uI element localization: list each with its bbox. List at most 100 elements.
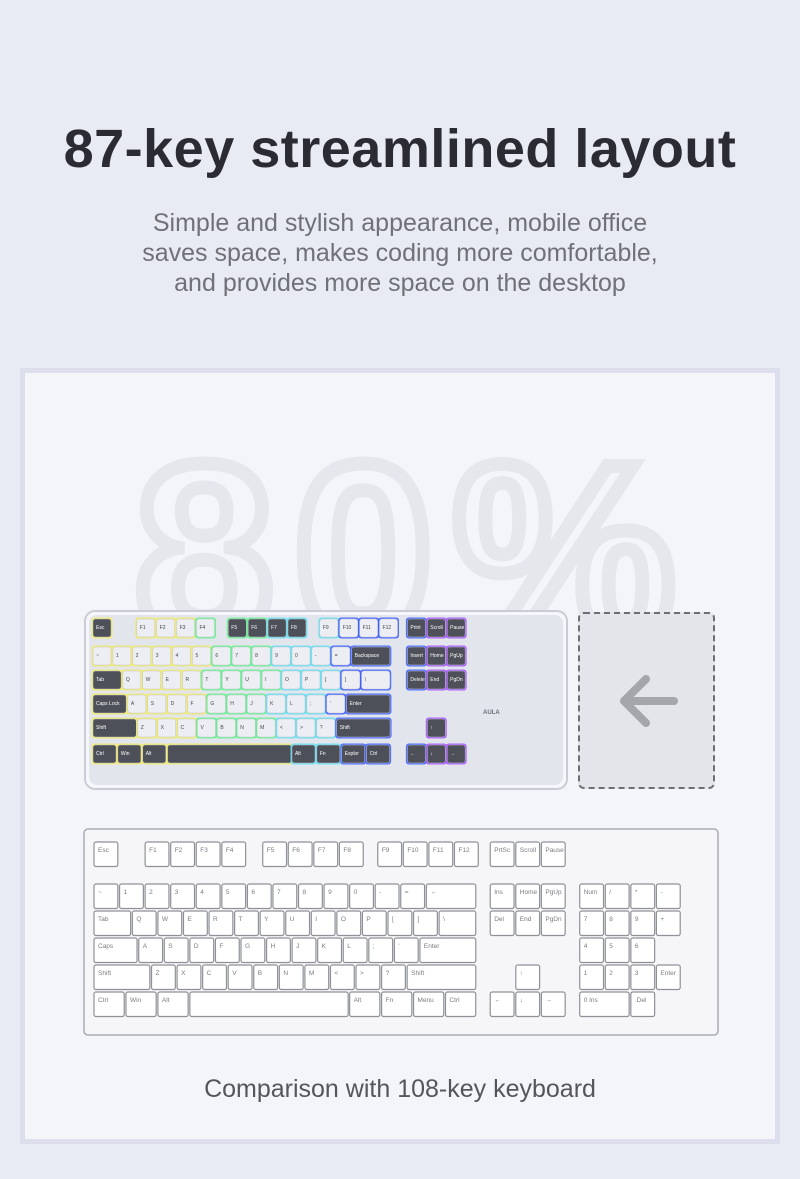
keycap-label: F6: [251, 625, 257, 631]
keycap-outline: [233, 910, 260, 937]
keycap-outline: [304, 964, 330, 991]
arrow-left-icon: [620, 675, 678, 727]
keycap-label: Ctrl: [96, 751, 104, 757]
keycap-label: Shift: [96, 725, 107, 731]
keycap-label: Z: [156, 970, 160, 977]
keycap-label: →: [545, 997, 552, 1004]
keycap-label: B: [258, 970, 262, 977]
keycap-label: 0: [295, 653, 298, 659]
keycap-label: Pause: [545, 847, 564, 854]
keycap-label: F10: [407, 847, 419, 854]
keycap-label: -: [379, 889, 381, 896]
keycap-label: Caps Lock: [96, 701, 120, 707]
keycap-outline: [655, 964, 681, 991]
keycap-label: N: [283, 970, 288, 977]
keycap-label: ?: [386, 970, 390, 977]
keycap-label: End: [430, 677, 439, 683]
keycap-label: ↓: [520, 997, 523, 1004]
brand-logo: AULA: [483, 710, 500, 716]
keycap-outline: [259, 910, 285, 937]
keycap-label: X: [181, 970, 186, 977]
keycap-label: Enter: [424, 943, 440, 950]
keycap-label: 1: [116, 653, 119, 659]
keycap-label: ~: [98, 889, 102, 896]
keycap-label: ↓: [430, 751, 433, 757]
keycap-outline: [402, 841, 428, 868]
keycap-label: ↑: [430, 725, 433, 731]
keycap-outline: [406, 964, 477, 991]
keycap-outline: [380, 964, 407, 991]
keycap-label: U: [290, 916, 295, 923]
keycap-outline: [349, 991, 381, 1018]
keycap-label: 8: [303, 889, 307, 896]
keycap-outline: [189, 937, 215, 964]
keycap-label: Win: [121, 751, 130, 757]
keycap-label: 9: [635, 916, 639, 923]
keycap-label: D: [171, 701, 175, 707]
keycap-outline: [118, 883, 144, 910]
keycap-label: 4: [176, 653, 179, 659]
keycap-label: H: [230, 701, 234, 707]
keycap-outline: [195, 841, 221, 868]
keycap-label: -: [660, 889, 662, 896]
keycap-label: 6: [635, 943, 639, 950]
keycap-label: 1: [124, 889, 128, 896]
keycap-label: 5: [609, 943, 613, 950]
keyboard-87-row-6: Ctrl Win Alt Alt Fn Explor Ctrl ← ↓ →: [91, 743, 467, 765]
keycap-outline: [489, 910, 515, 937]
keycap-label: Caps: [98, 943, 114, 950]
keycap-label: J: [296, 943, 299, 950]
keycap-label: F5: [267, 847, 275, 854]
keycap-label: T: [205, 677, 208, 683]
keycap-label: Home: [430, 653, 444, 659]
keycap-label: U: [245, 677, 249, 683]
keycap-outline: [515, 841, 541, 868]
keycap-label: 5: [226, 889, 230, 896]
keycap-label: Y: [264, 916, 269, 923]
keycap-label: Z: [141, 725, 144, 731]
keycap-label: 2: [609, 970, 613, 977]
keycap-label: ;: [310, 701, 311, 707]
keycap-outline: [655, 910, 681, 937]
keycap-outline: [195, 883, 221, 910]
page-title: 87-key streamlined layout: [63, 119, 737, 179]
keycap-outline: [125, 991, 157, 1018]
keycap-label: L: [347, 943, 351, 950]
keycap-outline: [515, 883, 541, 910]
keycap-outline: [313, 841, 339, 868]
subtitle: Simple and stylish appearance, mobile of…: [0, 208, 800, 298]
keycap-outline: [278, 964, 304, 991]
keycap-label: ]: [418, 916, 420, 923]
keycap-label: ': [398, 943, 399, 950]
keycap-outline: [444, 991, 477, 1018]
keycap-label: F12: [383, 625, 392, 631]
keycap-label: /: [609, 889, 611, 896]
keycap-label: End: [520, 916, 532, 923]
keycap-label: F1: [149, 847, 157, 854]
keycap: [167, 744, 292, 764]
keycap-label: >: [360, 970, 364, 977]
keycap-outline: [604, 937, 630, 964]
keycap-label: Del: [494, 916, 504, 923]
keycap-outline: [377, 841, 403, 868]
keycap-outline: [579, 991, 630, 1018]
keycap-label: Ctrl: [98, 997, 109, 1004]
keycap-label: ←: [494, 997, 501, 1004]
keycap-outline: [170, 883, 196, 910]
keycap-label: F8: [291, 625, 297, 631]
keycap-outline: [368, 937, 394, 964]
keycap-outline: [144, 883, 170, 910]
keycap-outline: [540, 841, 566, 868]
keycap-label: Alt: [162, 997, 170, 1004]
keycap-outline: [349, 883, 375, 910]
keycap-outline: [93, 937, 138, 964]
keycap-label: PgUp: [450, 653, 463, 659]
keycap-label: Alt: [295, 751, 301, 757]
keycap-outline: [604, 964, 630, 991]
keycap-label: Ctrl: [370, 751, 378, 757]
keycap-outline: [272, 883, 298, 910]
keycap-outline: [355, 964, 381, 991]
keycap-label: N: [240, 725, 244, 731]
keycap-outline: [291, 937, 317, 964]
keycap-outline: [412, 991, 445, 1018]
